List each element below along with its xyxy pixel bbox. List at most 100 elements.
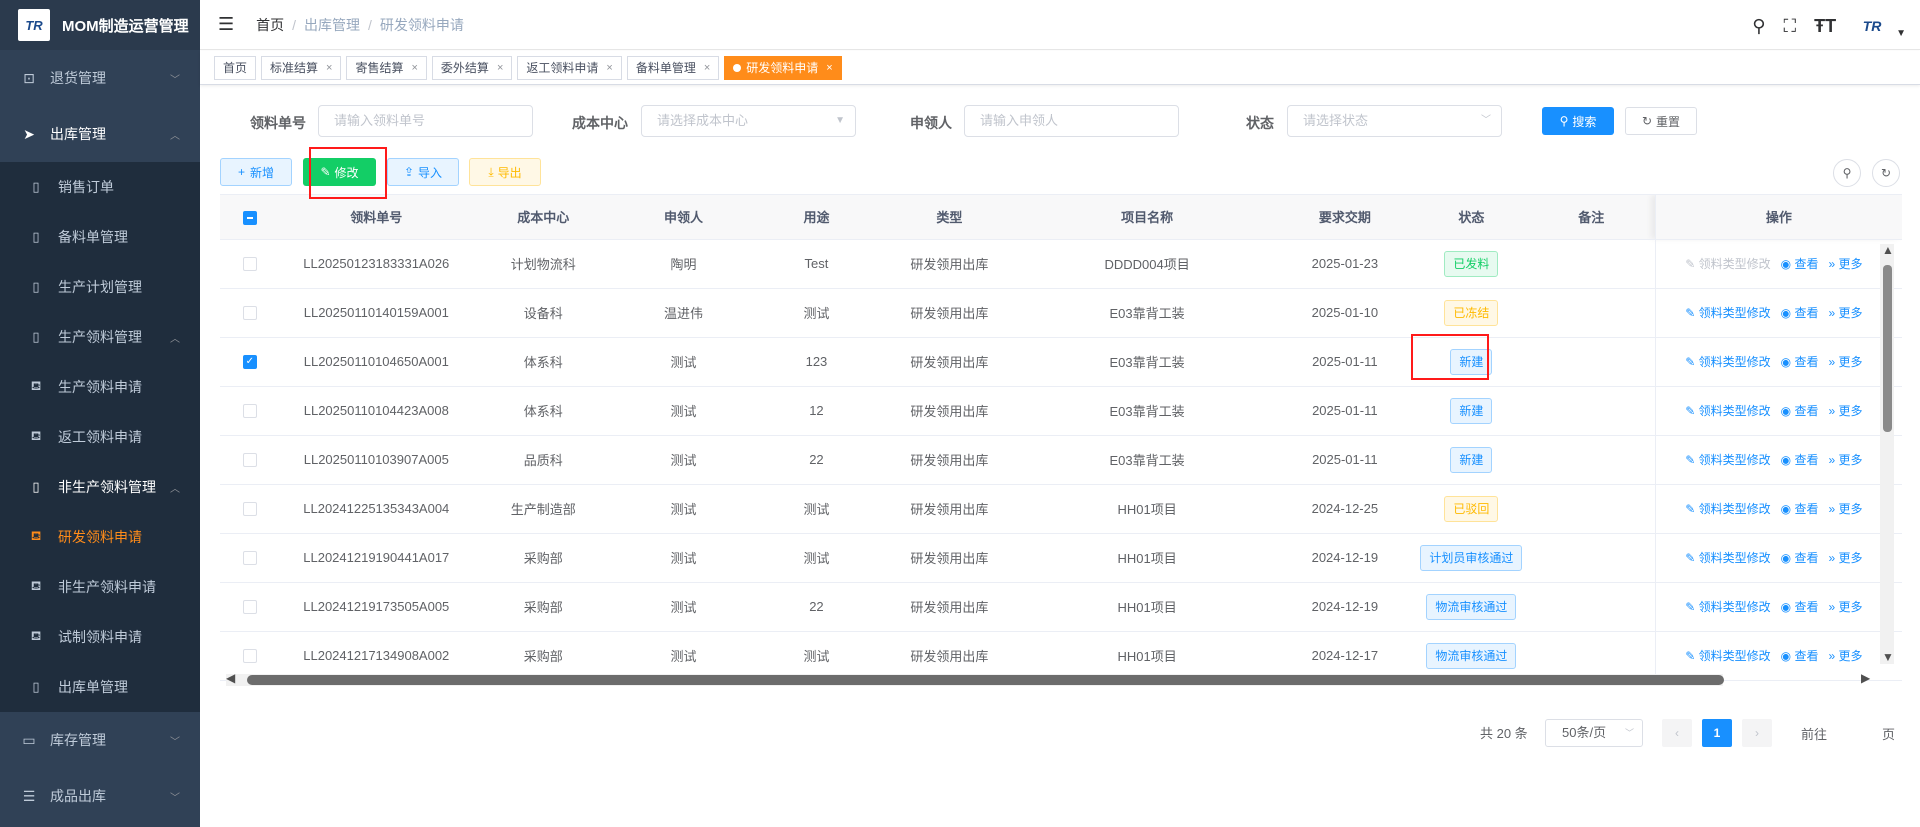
close-icon[interactable]: × bbox=[826, 62, 832, 74]
modify-type-link[interactable]: ✎ 领料类型修改 bbox=[1685, 502, 1770, 516]
next-page-button[interactable]: › bbox=[1742, 719, 1772, 747]
sidebar-item-nonproduction-picking-apply[interactable]: ⛾ 非生产领料申请 bbox=[0, 562, 200, 612]
tab-outsourcing-settlement[interactable]: 委外结算 × bbox=[431, 55, 513, 80]
select-all-checkbox[interactable] bbox=[242, 210, 257, 225]
scroll-left-icon[interactable]: ◀ bbox=[226, 671, 235, 685]
tab-standard-settlement[interactable]: 标准结算 × bbox=[261, 55, 342, 80]
modify-type-link[interactable]: ✎ 领料类型修改 bbox=[1685, 404, 1770, 418]
tab-rd-picking[interactable]: 研发领料申请 × bbox=[724, 55, 842, 80]
tab-prep-order[interactable]: 备料单管理 × bbox=[626, 55, 720, 80]
vertical-scrollbar-thumb[interactable] bbox=[1883, 265, 1892, 432]
tab-consignment-settlement[interactable]: 寄售结算 × bbox=[346, 55, 427, 80]
search-button[interactable]: ⚲ 搜索 bbox=[1542, 107, 1614, 135]
add-button[interactable]: + 新增 bbox=[220, 158, 292, 186]
modify-type-link[interactable]: ✎ 领料类型修改 bbox=[1685, 600, 1770, 614]
breadcrumb-outbound[interactable]: 出库管理 bbox=[304, 17, 360, 33]
sidebar-item-sales-order[interactable]: ▯ 销售订单 bbox=[0, 162, 200, 212]
more-link[interactable]: » 更多 bbox=[1829, 551, 1863, 565]
modify-type-link[interactable]: ✎ 领料类型修改 bbox=[1685, 649, 1770, 663]
reset-button[interactable]: ↻ 重置 bbox=[1625, 107, 1697, 135]
tab-home[interactable]: 首页 bbox=[214, 55, 257, 80]
sidebar-item-returns[interactable]: ⊡ 退货管理 ﹀ bbox=[0, 50, 200, 106]
row-checkbox[interactable] bbox=[242, 502, 257, 517]
view-link[interactable]: ◉ 查看 bbox=[1781, 453, 1819, 467]
row-checkbox[interactable] bbox=[242, 306, 257, 321]
more-link[interactable]: » 更多 bbox=[1829, 502, 1863, 516]
sidebar-item-rework-picking[interactable]: ⛾ 返工领料申请 bbox=[0, 412, 200, 462]
view-link[interactable]: ◉ 查看 bbox=[1781, 355, 1819, 369]
view-link[interactable]: ◉ 查看 bbox=[1781, 551, 1819, 565]
table-row[interactable]: LL20241219173505A005 采购部 测试 22 研发领用出库 HH01项目 2… bbox=[220, 582, 1902, 632]
close-icon[interactable]: × bbox=[326, 62, 332, 74]
table-row[interactable]: LL20241217134908A002 采购部 测试 测试 研发领用出库 HH01项目 2… bbox=[220, 631, 1902, 681]
view-link[interactable]: ◉ 查看 bbox=[1781, 404, 1819, 418]
row-checkbox[interactable] bbox=[242, 453, 257, 468]
more-link[interactable]: » 更多 bbox=[1829, 404, 1863, 418]
import-button[interactable]: ⇪ 导入 bbox=[387, 158, 459, 186]
table-row[interactable]: LL20250110103907A005 品质科 测试 22 研发领用出库 E03靠背工装… bbox=[220, 435, 1902, 485]
cost-center-select[interactable]: 请选择成本中心 ▼ bbox=[641, 105, 856, 137]
close-icon[interactable]: × bbox=[411, 62, 417, 74]
view-link[interactable]: ◉ 查看 bbox=[1781, 306, 1819, 320]
table-row[interactable]: LL20250110104423A008 体系科 测试 12 研发领用出库 E03靠背工装… bbox=[220, 386, 1902, 436]
sidebar-item-production-picking-apply[interactable]: ⛾ 生产领料申请 bbox=[0, 362, 200, 412]
row-checkbox[interactable]: ✓ bbox=[242, 355, 257, 370]
page-number-button[interactable]: 1 bbox=[1702, 719, 1732, 747]
sidebar-item-nonproduction-picking[interactable]: ▯ 非生产领料管理 ︿ bbox=[0, 462, 200, 512]
hamburger-icon[interactable]: ☰ bbox=[218, 14, 234, 35]
table-row[interactable]: LL20241219190441A017 采购部 测试 测试 研发领用出库 HH01项目 2… bbox=[220, 533, 1902, 583]
view-link[interactable]: ◉ 查看 bbox=[1781, 649, 1819, 663]
sidebar-item-rd-picking[interactable]: ⛾ 研发领料申请 bbox=[0, 512, 200, 562]
scroll-up-icon[interactable]: ▲ bbox=[1882, 243, 1894, 257]
avatar[interactable]: TR bbox=[1854, 12, 1890, 40]
table-row[interactable]: LL20250123183331A026 计划物流科 陶明 Test 研发领用出库 DDD… bbox=[220, 239, 1902, 289]
sidebar-item-production-plan[interactable]: ▯ 生产计划管理 bbox=[0, 262, 200, 312]
sidebar-item-prep-order[interactable]: ▯ 备料单管理 bbox=[0, 212, 200, 262]
row-checkbox[interactable] bbox=[242, 404, 257, 419]
close-icon[interactable]: × bbox=[704, 62, 710, 74]
scroll-down-icon[interactable]: ▼ bbox=[1882, 650, 1894, 664]
breadcrumb-home[interactable]: 首页 bbox=[256, 17, 284, 33]
more-link[interactable]: » 更多 bbox=[1829, 257, 1863, 271]
scroll-right-icon[interactable]: ▶ bbox=[1861, 671, 1870, 685]
font-size-icon[interactable]: ŦT bbox=[1814, 16, 1836, 37]
modify-type-link[interactable]: ✎ 领料类型修改 bbox=[1685, 306, 1770, 320]
more-link[interactable]: » 更多 bbox=[1829, 600, 1863, 614]
more-link[interactable]: » 更多 bbox=[1829, 306, 1863, 320]
table-row[interactable]: LL20241225135343A004 生产制造部 测试 测试 研发领用出库 HH01项… bbox=[220, 484, 1902, 534]
sidebar-item-finished-outbound[interactable]: ☰ 成品出库 ﹀ bbox=[0, 768, 200, 824]
tab-rework-picking[interactable]: 返工领料申请 × bbox=[517, 55, 622, 80]
close-icon[interactable]: × bbox=[606, 62, 612, 74]
prev-page-button[interactable]: ‹ bbox=[1662, 719, 1692, 747]
more-link[interactable]: » 更多 bbox=[1829, 649, 1863, 663]
sidebar-item-outbound[interactable]: ➤ 出库管理 ︿ bbox=[0, 106, 200, 162]
modify-type-link[interactable]: ✎ 领料类型修改 bbox=[1685, 551, 1770, 565]
horizontal-scrollbar-thumb[interactable] bbox=[247, 675, 1724, 685]
export-button[interactable]: ⤓ 导出 bbox=[469, 158, 541, 186]
row-checkbox[interactable] bbox=[242, 257, 257, 272]
sidebar-item-trial-picking[interactable]: ⛾ 试制领料申请 bbox=[0, 612, 200, 662]
status-select[interactable]: 请选择状态 ﹀ bbox=[1287, 105, 1502, 137]
view-link[interactable]: ◉ 查看 bbox=[1781, 600, 1819, 614]
search-icon[interactable]: ⚲ bbox=[1752, 16, 1765, 37]
modify-type-link[interactable]: ✎ 领料类型修改 bbox=[1685, 453, 1770, 467]
table-row[interactable]: LL20250110140159A001 设备科 温进伟 测试 研发领用出库 E03靠背工… bbox=[220, 288, 1902, 338]
refresh-button[interactable]: ↻ bbox=[1872, 159, 1900, 187]
modify-type-link[interactable]: ✎ 领料类型修改 bbox=[1685, 355, 1770, 369]
view-link[interactable]: ◉ 查看 bbox=[1781, 502, 1819, 516]
applicant-input[interactable]: 请输入申领人 bbox=[964, 105, 1179, 137]
view-link[interactable]: ◉ 查看 bbox=[1781, 257, 1819, 271]
caret-down-icon[interactable]: ▼ bbox=[1896, 28, 1906, 39]
modify-type-link[interactable]: ✎ 领料类型修改 bbox=[1685, 257, 1770, 271]
more-link[interactable]: » 更多 bbox=[1829, 355, 1863, 369]
more-link[interactable]: » 更多 bbox=[1829, 453, 1863, 467]
row-checkbox[interactable] bbox=[242, 649, 257, 664]
page-size-select[interactable]: 50条/页 ﹀ bbox=[1545, 719, 1643, 747]
sidebar-item-production-picking[interactable]: ▯ 生产领料管理 ︿ bbox=[0, 312, 200, 362]
fullscreen-icon[interactable]: ⛶ bbox=[1783, 16, 1796, 37]
sidebar-item-outbound-order[interactable]: ▯ 出库单管理 bbox=[0, 662, 200, 712]
close-icon[interactable]: × bbox=[497, 62, 503, 74]
table-row[interactable]: ✓ LL20250110104650A001 体系科 测试 123 研发领用出库 E03靠背… bbox=[220, 337, 1902, 387]
sidebar-item-inventory[interactable]: ▭ 库存管理 ﹀ bbox=[0, 712, 200, 768]
row-checkbox[interactable] bbox=[242, 600, 257, 615]
